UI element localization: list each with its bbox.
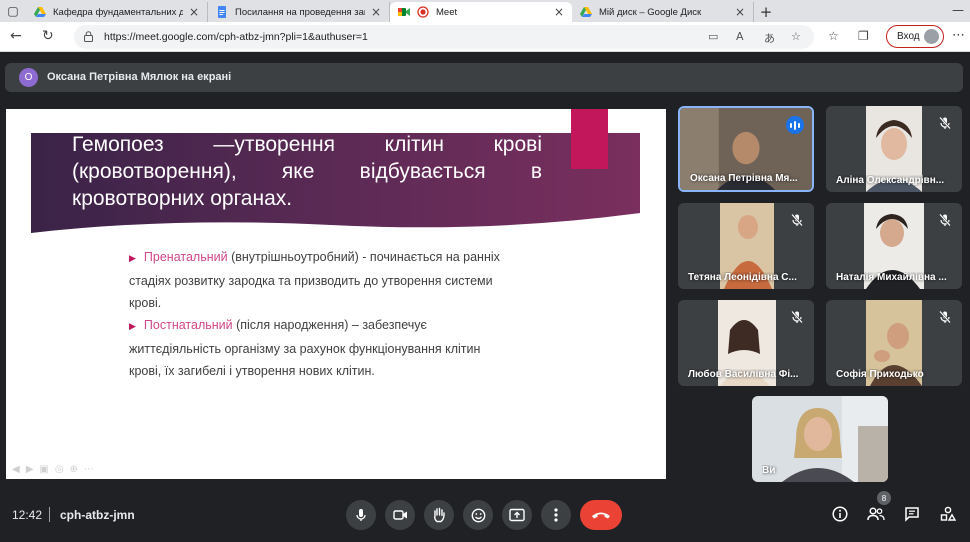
mic-off-icon	[791, 213, 803, 227]
mic-off-icon	[791, 310, 803, 324]
mic-button[interactable]	[346, 500, 376, 530]
presenter-banner-text: Оксана Петрівна Мялюк на екрані	[47, 71, 232, 83]
close-tab-icon[interactable]: ×	[189, 5, 199, 19]
translate-icon[interactable]: あ	[764, 30, 775, 46]
close-tab-icon[interactable]: ×	[554, 5, 564, 19]
google-docs-icon	[218, 6, 226, 18]
slide-title: Гемопоез —утворення клітин крові (кровот…	[72, 133, 542, 210]
google-drive-icon	[34, 7, 46, 17]
google-drive-icon	[580, 7, 592, 17]
participant-tile[interactable]: Оксана Петрівна Мя...	[678, 106, 814, 192]
hang-up-icon	[592, 512, 610, 519]
presenter-avatar: О	[19, 68, 38, 87]
slide-bullet-1: ▶ Пренатальний (внутрішньоутробний) - поч…	[129, 246, 509, 314]
end-call-button[interactable]	[580, 500, 622, 530]
people-count-badge: 8	[877, 491, 891, 505]
minimize-icon[interactable]: —	[952, 3, 964, 17]
browser-tab-2[interactable]: Посилання на проведення занят ×	[208, 2, 390, 22]
more-options-button[interactable]	[541, 500, 571, 530]
meeting-controls-bar: 12:42 cph-atbz-jmn	[0, 490, 970, 542]
mic-icon	[356, 509, 366, 521]
people-icon	[867, 507, 885, 521]
camera-blocked-icon[interactable]: ▭	[708, 30, 718, 43]
url-text: https://meet.google.com/cph-atbz-jmn?pli…	[104, 31, 368, 43]
people-button[interactable]	[866, 504, 886, 524]
browser-tab-3[interactable]: Meet ×	[390, 2, 572, 22]
participant-tile[interactable]: Аліна Олександрівн...	[826, 106, 962, 192]
activities-button[interactable]	[938, 504, 958, 524]
bullet-arrow-icon: ▶	[129, 322, 136, 332]
back-arrow-icon[interactable]: ←	[10, 28, 22, 44]
signin-button[interactable]: Вход	[886, 25, 944, 48]
participant-name: Любов Василівна Фі...	[688, 369, 799, 380]
browser-toolbar: ← ↻ https://meet.google.com/cph-atbz-jmn…	[0, 22, 970, 52]
bullet-term: Пренатальний	[143, 250, 228, 264]
participant-name: Наталія Михайлівна ...	[836, 272, 947, 283]
present-screen-icon	[509, 508, 525, 522]
bookmark-star-icon[interactable]: ☆	[791, 30, 801, 43]
tab-title: Meet	[436, 6, 458, 18]
present-button[interactable]	[502, 500, 532, 530]
more-options-icon[interactable]: ⋯	[952, 28, 965, 43]
more-vert-icon	[554, 508, 558, 522]
participant-name: Оксана Петрівна Мя...	[690, 173, 798, 184]
participant-tile[interactable]: Тетяна Леонідівна С...	[678, 203, 814, 289]
read-aloud-icon[interactable]: A	[736, 30, 744, 43]
tab-title: Мій диск – Google Диск	[599, 6, 702, 18]
lock-icon	[84, 31, 93, 42]
raise-hand-icon	[434, 507, 445, 523]
participant-name: Софія Приходько	[836, 369, 924, 380]
presenting-banner: О Оксана Петрівна Мялюк на екрані	[5, 63, 963, 92]
browser-tab-1[interactable]: Кафедра фундаментальних дисц ×	[26, 2, 208, 22]
chat-button[interactable]	[902, 504, 922, 524]
address-bar[interactable]: https://meet.google.com/cph-atbz-jmn?pli…	[74, 25, 814, 49]
tab-title: Кафедра фундаментальних дисц	[53, 6, 183, 18]
self-view-tile[interactable]: Ви	[752, 396, 888, 482]
slide-controls[interactable]: ◀▶▣◎⊕⋯	[12, 464, 100, 475]
google-meet-icon	[398, 8, 410, 16]
close-tab-icon[interactable]: ×	[371, 5, 381, 19]
mic-off-icon	[939, 213, 951, 227]
mic-off-icon	[939, 310, 951, 324]
slide-bullet-2: ▶ Постнатальний (після народження) – забе…	[129, 314, 509, 382]
slide-body: ▶ Пренатальний (внутрішньоутробний) - поч…	[129, 246, 509, 382]
shared-screen-slide: Гемопоез —утворення клітин крові (кровот…	[6, 109, 666, 479]
raise-hand-button[interactable]	[424, 500, 454, 530]
chat-icon	[905, 507, 919, 522]
participant-tile[interactable]: Любов Василівна Фі...	[678, 300, 814, 386]
bullet-term: Постнатальний	[143, 318, 233, 332]
new-tab-button[interactable]: +	[754, 2, 778, 22]
participant-tile[interactable]: Наталія Михайлівна ...	[826, 203, 962, 289]
divider	[49, 507, 50, 522]
info-icon	[832, 506, 848, 522]
slide-decor-bar	[571, 109, 608, 169]
participant-name: Тетяна Леонідівна С...	[688, 272, 797, 283]
reload-icon[interactable]: ↻	[42, 28, 54, 44]
participant-name: Аліна Олександрівн...	[836, 175, 945, 186]
speaking-indicator-icon	[786, 116, 804, 134]
mic-off-icon	[939, 116, 951, 130]
profile-avatar	[924, 29, 939, 44]
meeting-code: cph-atbz-jmn	[60, 508, 135, 522]
recording-icon	[417, 6, 429, 18]
participant-tile[interactable]: Софія Приходько	[826, 300, 962, 386]
favorites-icon[interactable]: ☆	[828, 29, 839, 43]
tab-title: Посилання на проведення занят	[235, 6, 365, 18]
signin-label: Вход	[897, 31, 920, 42]
emoji-icon	[471, 508, 485, 522]
meeting-time: 12:42	[12, 508, 43, 522]
tab-actions-icon[interactable]: ▢	[0, 0, 26, 22]
bullet-arrow-icon: ▶	[129, 254, 136, 264]
meeting-details-button[interactable]	[830, 504, 850, 524]
close-tab-icon[interactable]: ×	[735, 5, 745, 19]
participant-name: Ви	[762, 465, 776, 476]
camera-button[interactable]	[385, 500, 415, 530]
browser-tab-strip: ▢ Кафедра фундаментальних дисц × Посилан…	[0, 0, 970, 22]
activities-icon	[940, 506, 956, 521]
collections-icon[interactable]: ❐	[858, 29, 869, 43]
reactions-button[interactable]	[463, 500, 493, 530]
camera-icon	[392, 510, 407, 520]
browser-tab-4[interactable]: Мій диск – Google Диск ×	[572, 2, 754, 22]
